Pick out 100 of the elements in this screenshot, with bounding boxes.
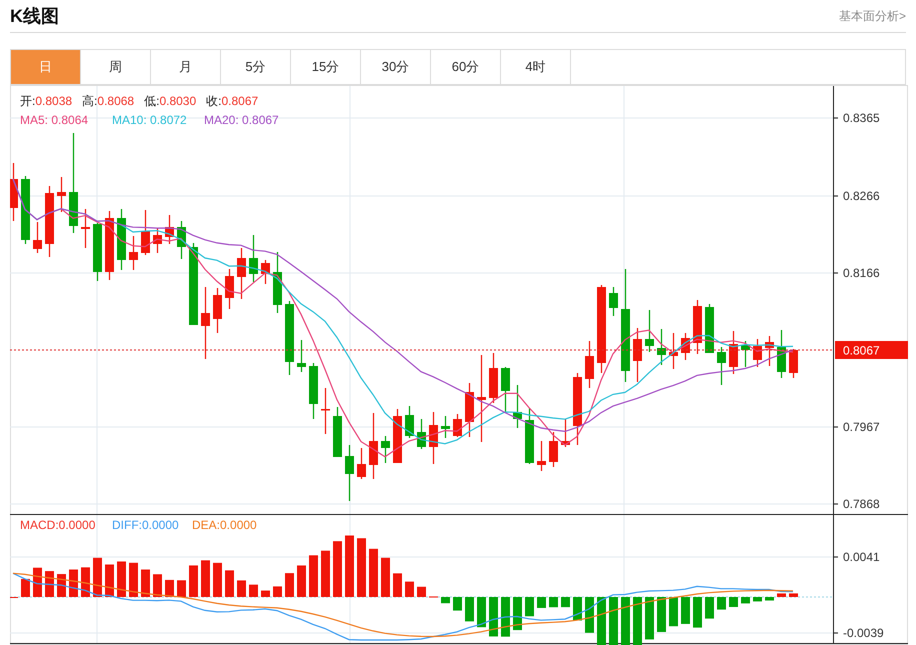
candle [585,341,594,388]
candle [561,419,570,447]
macd-bar [81,567,90,597]
macd-bar [177,580,186,597]
candle [717,347,726,385]
macd-bar [765,597,774,601]
candle [405,406,414,438]
macd-bar [45,571,54,597]
macd-bar [357,538,366,597]
macd-bar [549,597,558,608]
candle [93,223,102,281]
candle [105,211,114,280]
candle [705,304,714,353]
macd-bar [33,568,42,597]
candle [141,210,150,255]
candle [777,330,786,378]
macd-bar [729,597,738,607]
candle [237,248,246,299]
moving-average-readout: MA20: 0.8067 [204,113,279,127]
macd-bar [789,593,798,597]
macd-bar [261,590,270,597]
macd-bar [537,597,546,608]
candle [153,228,162,253]
candle [729,331,738,374]
candle [489,353,498,403]
macd-bar [21,578,30,597]
macd-bar [225,570,234,597]
macd-bar [573,597,582,621]
candle [525,408,534,464]
macd-bar [609,597,618,645]
moving-average-readout: MA10: 0.8072 [112,113,187,127]
page-title: K线图 [10,4,59,28]
macd-bar [393,573,402,597]
macd-bar [705,597,714,619]
macd-bar [777,593,786,597]
candle [381,436,390,463]
candle [645,310,654,352]
current-price-tag: 0.8067 [835,341,908,359]
macd-bar [417,586,426,597]
macd-axis: 0.0041 -0.0039 [832,550,884,640]
macd-bar [273,586,282,597]
macd-bar [93,558,102,597]
candle [789,349,798,378]
macd-bar [249,584,258,597]
candle [417,419,426,449]
macd-bar [345,536,354,597]
macd-bar [381,558,390,597]
candle [225,269,234,309]
macd-bar [189,565,198,597]
candle [45,186,54,257]
macd-bar [297,565,306,597]
macd-readout: DEA:0.0000 [192,518,257,532]
macd-bar [741,597,750,604]
macd-bar [309,555,318,597]
fundamental-analysis-link[interactable]: 基本面分析> [838,7,906,25]
candle [81,209,90,248]
macd-bar [453,597,462,611]
candle [765,336,774,366]
macd-bar [753,597,762,602]
macd-bar [441,597,450,604]
candle [501,367,510,412]
candle [573,373,582,445]
macd-bar [669,597,678,626]
candle [657,329,666,365]
candle [681,333,690,360]
candle [249,235,258,282]
candle [297,340,306,372]
macd-bar [165,580,174,597]
macd-bar [513,597,522,630]
moving-average-readout: MA5: 0.8064 [20,113,88,127]
candle [10,163,18,221]
candle [369,413,378,479]
macd-bar [501,597,510,637]
macd-bar [597,597,606,645]
candle [753,339,762,367]
macd-bar [477,597,486,628]
macd-bar [369,548,378,597]
macd-bar [717,597,726,610]
ohlc-readout: 开:0.8038 高:0.8068 低:0.8030 收:0.8067 [20,94,258,108]
candle [513,385,522,428]
candle [129,236,138,270]
candle [201,287,210,359]
macd-bar [285,573,294,597]
candle [741,341,750,367]
macd-bar [57,574,66,597]
macd-bar [585,597,594,633]
macd-bar [561,597,570,608]
macd-bar [237,580,246,597]
candle [345,445,354,501]
macd-readout: DIFF:0.0000 [112,518,179,532]
candle [177,221,186,259]
candle [33,222,42,253]
macd-bar [633,597,642,645]
candle [669,333,678,369]
candle [261,260,270,284]
candle [441,416,450,438]
candle [693,300,702,354]
macd-bar [465,597,474,622]
macd-bar [213,562,222,597]
candle [165,215,174,244]
